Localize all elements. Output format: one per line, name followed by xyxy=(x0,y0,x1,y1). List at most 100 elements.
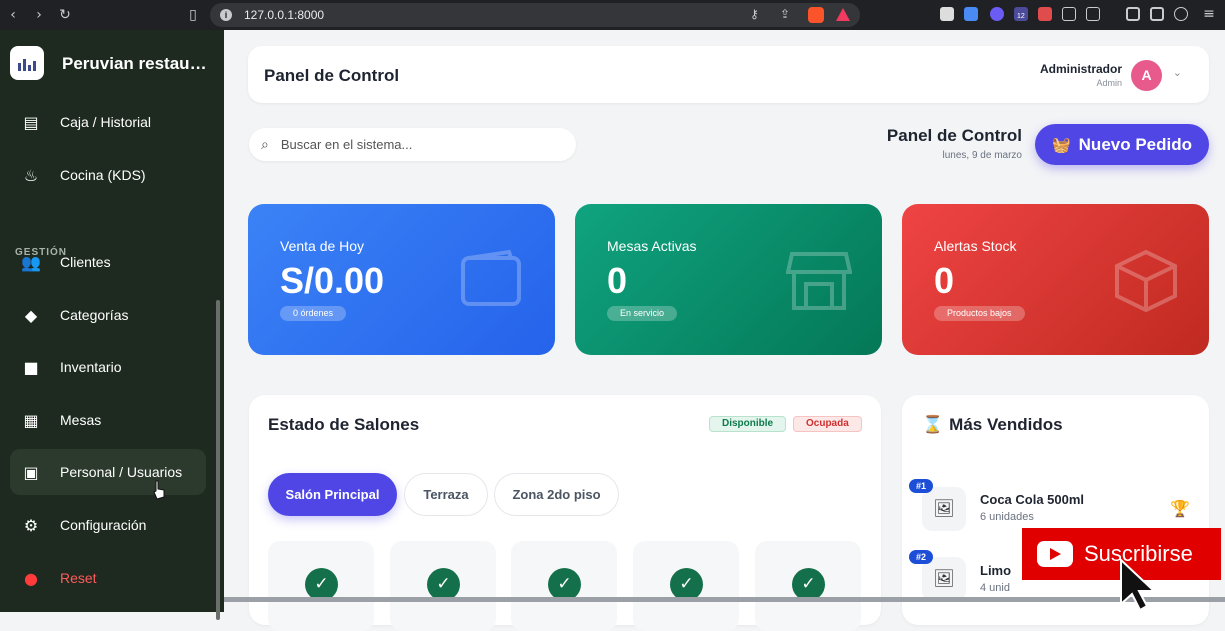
sidebar-item-cocina[interactable]: ♨ Cocina (KDS) xyxy=(10,152,206,198)
extension-icon[interactable] xyxy=(990,7,1004,21)
share-icon[interactable]: ⇪ xyxy=(780,7,790,21)
sidebar-item-reset[interactable]: ● Reset xyxy=(10,555,206,601)
alert-icon: ● xyxy=(24,568,38,588)
product-qty: 6 unidades xyxy=(980,511,1034,523)
table-tile[interactable]: ✓ xyxy=(268,541,374,631)
rank-badge: #2 xyxy=(909,550,933,564)
table-tile[interactable]: ✓ xyxy=(633,541,739,631)
brave-shield-icon[interactable] xyxy=(808,7,824,23)
stat-pill: En servicio xyxy=(607,306,678,321)
sidebar-item-categorias[interactable]: ◆ Categorías xyxy=(10,292,206,338)
product-name: Coca Cola 500ml xyxy=(980,492,1085,507)
rooms-title: Estado de Salones xyxy=(268,415,420,434)
stat-value: 0 xyxy=(607,260,628,301)
legend-occupied: Ocupada xyxy=(793,416,862,432)
site-info-icon[interactable]: i xyxy=(220,9,232,21)
image-icon: 🖼 xyxy=(922,557,966,601)
brand-name: Peruvian restaurant xyxy=(62,54,207,73)
stat-label: Mesas Activas xyxy=(607,238,697,254)
avatar[interactable]: A xyxy=(1131,60,1162,91)
sidebar-item-label: Reset xyxy=(60,570,97,586)
image-icon: 🖼 xyxy=(922,487,966,531)
wallet-icon xyxy=(461,249,521,306)
top-sellers-title: Más Vendidos xyxy=(949,415,1063,434)
legend-available: Disponible xyxy=(709,416,787,432)
extension-glasses-icon[interactable] xyxy=(940,7,954,21)
forward-icon[interactable]: › xyxy=(26,7,52,23)
basket-icon: 🧺 xyxy=(1051,135,1071,154)
key-icon[interactable]: ⚷ xyxy=(750,7,759,21)
wallet-icon[interactable] xyxy=(1150,7,1164,21)
user-role: Admin xyxy=(1096,78,1122,88)
sidebar-item-inventario[interactable]: ■ Inventario xyxy=(10,344,206,390)
brave-rewards-icon[interactable] xyxy=(836,8,850,21)
youtube-icon xyxy=(1037,541,1073,567)
header-bar: Panel de Control Administrador Admin A ⌄ xyxy=(248,46,1209,103)
hand-cursor-icon xyxy=(153,480,165,500)
sidebar-item-label: Cocina (KDS) xyxy=(60,167,146,183)
stat-pill: Productos bajos xyxy=(934,306,1025,321)
chevron-down-icon[interactable]: ⌄ xyxy=(1173,66,1182,79)
sidebar-item-configuracion[interactable]: ⚙ Configuración xyxy=(10,502,206,548)
stat-card-tables: Mesas Activas 0 En servicio xyxy=(575,204,882,355)
product-name: Limo xyxy=(980,563,1012,578)
stat-value: S/0.00 xyxy=(280,260,385,301)
tab-zona-2do-piso[interactable]: Zona 2do piso xyxy=(494,473,619,516)
logo xyxy=(10,46,44,80)
tab-terraza[interactable]: Terraza xyxy=(404,473,488,516)
table-tile[interactable]: ✓ xyxy=(755,541,861,631)
store-icon xyxy=(786,252,852,310)
sidebar-item-label: Clientes xyxy=(60,254,111,270)
tag-icon: ◆ xyxy=(24,305,38,325)
sidebar-item-label: Mesas xyxy=(60,412,102,428)
url-text: 127.0.0.1:8000 xyxy=(244,8,325,22)
top-sellers-panel: ⌛ Más Vendidos #1 🖼 Coca Cola 500ml 6 uni… xyxy=(902,395,1209,625)
search-box[interactable]: ⌕ xyxy=(249,128,576,161)
table-tile[interactable]: ✓ xyxy=(511,541,617,631)
sidebar-item-label: Configuración xyxy=(60,517,147,533)
stat-card-stock: Alertas Stock 0 Productos bajos xyxy=(902,204,1209,355)
stat-value: 0 xyxy=(934,260,955,301)
address-bar[interactable]: i 127.0.0.1:8000 ⚷ ⇪ xyxy=(210,3,860,27)
search-input[interactable] xyxy=(280,137,551,152)
sidebar-item-clientes[interactable]: 👥 Clientes xyxy=(10,239,206,285)
sidebar-item-label: Inventario xyxy=(60,359,122,375)
rooms-panel: Estado de Salones Disponible Ocupada Sal… xyxy=(249,395,881,631)
table-tile[interactable]: ✓ xyxy=(390,541,496,631)
horizontal-scrollbar[interactable] xyxy=(224,597,1225,602)
sidebar-item-label: Categorías xyxy=(60,307,129,323)
fire-icon: ♨ xyxy=(23,165,39,185)
reader-icon[interactable] xyxy=(1086,7,1100,21)
extension-translate-icon[interactable] xyxy=(964,7,978,21)
sidebar-item-mesas[interactable]: ▦ Mesas xyxy=(10,397,206,443)
sidebar-item-personal[interactable]: ▣ Personal / Usuarios xyxy=(10,449,206,495)
leo-icon[interactable] xyxy=(1174,7,1188,21)
id-badge-icon: ▣ xyxy=(23,462,39,482)
sidebar-item-caja[interactable]: ▤ Caja / Historial xyxy=(10,99,206,145)
box-icon: ■ xyxy=(23,357,39,377)
extension-color-icon[interactable] xyxy=(1038,7,1052,21)
sidebar-toggle-icon[interactable] xyxy=(1126,7,1140,21)
hourglass-icon: ⌛ xyxy=(922,415,944,435)
stat-card-sales: Venta de Hoy S/0.00 0 órdenes xyxy=(248,204,555,355)
tab-salon-principal[interactable]: Salón Principal xyxy=(268,473,397,516)
extensions-puzzle-icon[interactable] xyxy=(1062,7,1076,21)
stat-label: Alertas Stock xyxy=(934,238,1017,254)
sidebar-scrollbar[interactable] xyxy=(216,300,220,620)
reload-icon[interactable]: ↻ xyxy=(52,7,78,23)
new-order-button[interactable]: 🧺 Nuevo Pedido xyxy=(1035,124,1209,165)
extension-count-icon[interactable]: 12 xyxy=(1014,7,1028,21)
box-icon xyxy=(1115,249,1177,313)
cursor-icon xyxy=(1120,558,1157,612)
menu-icon[interactable]: ≡ xyxy=(1196,6,1222,22)
header-title: Panel de Control xyxy=(264,66,400,85)
stat-pill: 0 órdenes xyxy=(280,306,347,321)
page-date: lunes, 9 de marzo xyxy=(942,150,1023,161)
stat-label: Venta de Hoy xyxy=(280,238,365,254)
top-sellers-header: ⌛ Más Vendidos xyxy=(922,415,1069,435)
rank-badge: #1 xyxy=(909,479,933,493)
browser-toolbar: ‹ › ↻ ▯ i 127.0.0.1:8000 ⚷ ⇪ 12 ≡ xyxy=(0,0,1225,30)
sidebar: Peruvian restaurant ▤ Caja / Historial ♨… xyxy=(0,30,224,620)
bookmark-icon[interactable]: ▯ xyxy=(180,7,206,23)
back-icon[interactable]: ‹ xyxy=(0,7,26,23)
